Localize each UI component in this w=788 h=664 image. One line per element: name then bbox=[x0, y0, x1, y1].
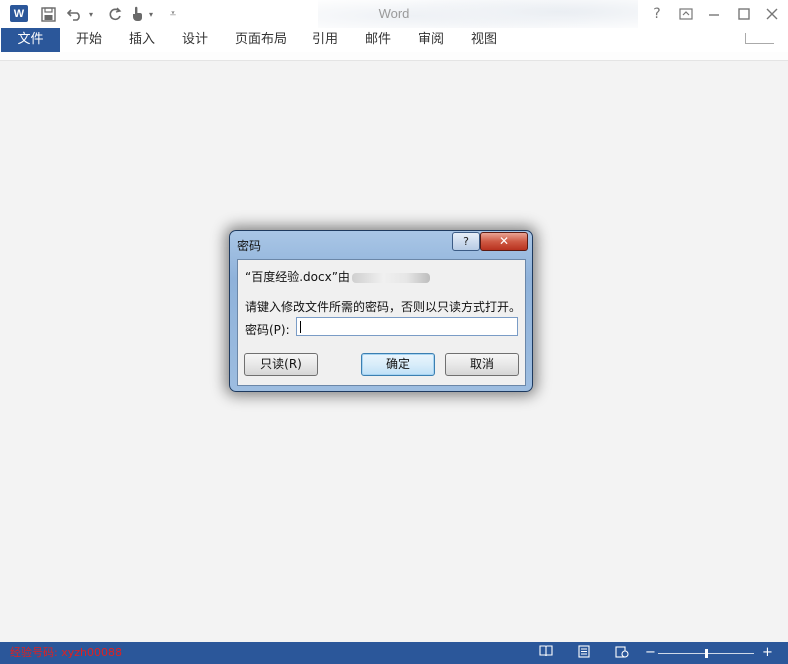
password-dialog: 密码 ? ✕ “百度经验.docx”由 请键入修改文件所需的密码，否则以只读方式… bbox=[229, 230, 533, 392]
file-owner-text: “百度经验.docx”由 bbox=[245, 270, 350, 284]
ribbon-divider bbox=[0, 52, 788, 61]
ok-button[interactable]: 确定 bbox=[361, 353, 435, 376]
tab-file[interactable]: 文件 bbox=[1, 28, 60, 52]
web-layout-icon[interactable] bbox=[614, 645, 630, 660]
maximize-icon[interactable] bbox=[733, 4, 755, 24]
zoom-out-icon[interactable]: − bbox=[645, 645, 656, 660]
watermark-text: 经验号码: xyzh00088 bbox=[10, 646, 122, 659]
read-mode-icon[interactable] bbox=[538, 645, 554, 660]
tab-view[interactable]: 视图 bbox=[471, 28, 497, 52]
zoom-slider-thumb[interactable] bbox=[705, 649, 708, 658]
text-caret bbox=[300, 321, 301, 333]
print-layout-icon[interactable] bbox=[576, 645, 592, 660]
tab-home[interactable]: 开始 bbox=[76, 28, 102, 52]
minimize-icon[interactable] bbox=[703, 4, 725, 24]
ribbon-display-options-icon[interactable] bbox=[675, 4, 697, 24]
tab-mailings[interactable]: 邮件 bbox=[365, 28, 391, 52]
tab-design[interactable]: 设计 bbox=[182, 28, 208, 52]
tab-page-layout[interactable]: 页面布局 bbox=[235, 28, 287, 52]
password-label: 密码(P): bbox=[245, 323, 290, 337]
expand-ribbon-icon[interactable] bbox=[745, 33, 774, 44]
file-owner-line: “百度经验.docx”由 bbox=[245, 268, 430, 285]
dialog-help-button[interactable]: ? bbox=[452, 232, 480, 251]
tab-references[interactable]: 引用 bbox=[312, 28, 338, 52]
ribbon-tab-bar: 文件 开始 插入 设计 页面布局 引用 邮件 审阅 视图 bbox=[0, 28, 788, 52]
instruction-text: 请键入修改文件所需的密码，否则以只读方式打开。 bbox=[245, 300, 522, 314]
zoom-in-icon[interactable]: + bbox=[762, 645, 773, 660]
title-bar: W ▾ ▾ ⩡ Word ? bbox=[0, 0, 788, 40]
help-icon[interactable]: ? bbox=[646, 4, 668, 24]
dialog-title: 密码 bbox=[237, 239, 262, 253]
readonly-button[interactable]: 只读(R) bbox=[244, 353, 318, 376]
close-window-icon[interactable] bbox=[761, 4, 783, 24]
dialog-close-button[interactable]: ✕ bbox=[480, 232, 528, 251]
tab-insert[interactable]: 插入 bbox=[129, 28, 155, 52]
redacted-author bbox=[351, 272, 430, 283]
tab-review[interactable]: 审阅 bbox=[418, 28, 444, 52]
password-input[interactable] bbox=[296, 317, 518, 336]
dialog-body: “百度经验.docx”由 请键入修改文件所需的密码，否则以只读方式打开。 密码(… bbox=[237, 259, 526, 386]
cancel-button[interactable]: 取消 bbox=[445, 353, 519, 376]
window-title: Word bbox=[378, 6, 410, 21]
